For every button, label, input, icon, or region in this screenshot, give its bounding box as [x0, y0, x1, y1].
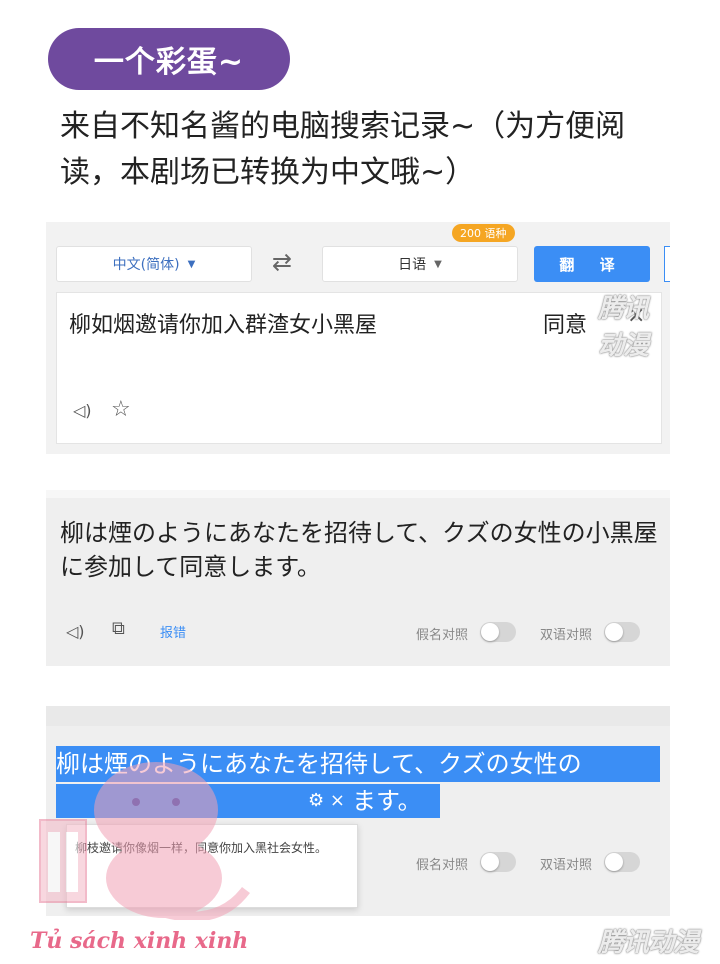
kana-toggle[interactable] — [480, 622, 516, 642]
target-language-label: 日语 — [398, 257, 427, 273]
selected-text-tail: ます。 — [352, 787, 422, 815]
source-text-input[interactable]: 柳如烟邀请你加入群渣女小黑屋 同意 × ◁) ☆ — [56, 292, 662, 444]
kana-toggle-label: 假名对照 — [416, 858, 469, 873]
easter-egg-badge: 一个彩蛋~ — [48, 28, 290, 90]
copy-icon[interactable]: ⧉ — [112, 618, 125, 639]
source-text: 柳如烟邀请你加入群渣女小黑屋 — [69, 313, 378, 338]
brand-logo-text: Tủ sách xinh xinh — [30, 928, 249, 954]
kana-toggle-label: 假名对照 — [416, 628, 469, 643]
translator-input-panel: 中文(简体) ▼ ⇄ 日语 ▼ 200 语种 翻 译 柳如烟邀请你加入群渣女小黑… — [46, 222, 670, 454]
kana-toggle[interactable] — [480, 852, 516, 872]
language-count-badge: 200 语种 — [452, 224, 515, 242]
source-language-label: 中文(简体) — [112, 257, 180, 273]
bilingual-toggle-label: 双语对照 — [540, 858, 593, 873]
bilingual-toggle-label: 双语对照 — [540, 628, 593, 643]
watermark-logo: 腾讯动漫 — [598, 294, 649, 361]
bilingual-toggle[interactable] — [604, 852, 640, 872]
swap-languages-icon[interactable]: ⇄ — [272, 248, 292, 276]
chevron-down-icon: ▼ — [187, 258, 196, 270]
bilingual-toggle[interactable] — [604, 622, 640, 642]
watermark-logo: 腾讯动漫 — [598, 928, 699, 958]
translation-result-panel: 柳は煙のようにあなたを招待して、クズの女性の小黒屋に参加して同意します。 ◁) … — [46, 490, 670, 666]
speaker-icon[interactable]: ◁) — [73, 401, 92, 420]
source-language-select[interactable]: 中文(简体) ▼ — [56, 246, 252, 282]
intro-text: 来自不知名酱的电脑搜索记录~（为方便阅读，本剧场已转换为中文哦~） — [60, 109, 626, 190]
cropped-button-edge — [664, 246, 670, 282]
mascot-logo — [39, 762, 250, 920]
result-text: 柳は煙のようにあなたを招待して、クズの女性の小黒屋に参加して同意します。 — [60, 519, 658, 581]
translate-button[interactable]: 翻 译 — [534, 246, 650, 282]
star-icon[interactable]: ☆ — [111, 397, 131, 422]
selection-tools[interactable]: ⚙ × — [308, 784, 345, 818]
speaker-icon[interactable]: ◁) — [66, 622, 85, 641]
chevron-down-icon: ▼ — [434, 258, 442, 270]
target-language-select[interactable]: 日语 ▼ — [322, 246, 518, 282]
agree-text: 同意 — [543, 313, 588, 338]
report-error-link[interactable]: 报错 — [160, 622, 186, 641]
